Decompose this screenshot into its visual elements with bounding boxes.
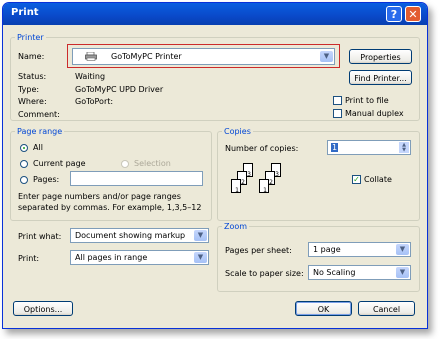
all-radio[interactable] [20,144,28,152]
copies-group-label: Copies [224,127,251,136]
pages-per-sheet-select[interactable]: 1 page ▼ [308,242,411,257]
printer-name-select[interactable]: GoToMyPC Printer ▼ [72,48,335,65]
help-icon[interactable]: ? [386,6,402,22]
copies-spinner[interactable]: 1 ▲ ▼ [327,140,411,155]
print-what-label: Print what: [18,232,62,241]
print-label: Print: [18,254,40,263]
print-to-file-label[interactable]: Print to file [345,96,389,105]
spin-down-icon[interactable]: ▼ [399,148,409,153]
print-value: All pages in range [75,253,148,262]
chevron-down-icon[interactable]: ▼ [320,51,333,62]
ok-button[interactable]: OK [295,301,352,316]
status-value: Waiting [75,72,106,81]
page-range-group-label: Page range [17,127,63,136]
scale-to-paper-size-value: No Scaling [313,268,356,277]
chevron-down-icon[interactable]: ▼ [396,244,409,255]
collate-page: 1 [259,179,269,194]
status-label: Status: [18,72,47,81]
number-of-copies-label: Number of copies: [225,144,299,153]
manual-duplex-checkbox[interactable] [333,109,342,118]
all-label[interactable]: All [33,143,43,152]
print-to-file-checkbox[interactable] [333,96,342,105]
print-dialog: Print ? ✕ Printer Name: GoToMyPC Printer… [2,2,428,329]
type-label: Type: [18,85,40,94]
scale-to-paper-size-select[interactable]: No Scaling ▼ [308,265,411,280]
print-what-value: Document showing markup [75,231,186,240]
chevron-down-icon[interactable]: ▼ [396,267,409,278]
zoom-group: Zoom [217,222,420,292]
collate-checkbox[interactable]: ✓ [352,175,361,184]
where-value: GoToPort: [75,97,114,106]
page-range-hint-line1: Enter page numbers and/or page ranges [18,192,181,201]
scale-to-paper-size-label: Scale to paper size: [225,269,304,278]
printer-group-label: Printer [17,33,44,42]
where-label: Where: [18,97,47,106]
collate-illustration: 3 2 1 3 2 1 [229,163,287,209]
current-page-label[interactable]: Current page [33,159,86,168]
cancel-button[interactable]: Cancel [358,301,415,316]
page-range-hint-line2: separated by commas. For example, 1,3,5–… [18,203,202,212]
selection-label: Selection [134,159,171,168]
name-label: Name: [18,52,45,61]
comment-label: Comment: [18,110,60,119]
options-button[interactable]: Options... [13,301,73,316]
pages-input[interactable] [70,171,203,186]
manual-duplex-label[interactable]: Manual duplex [345,109,404,118]
copies-value: 1 [331,143,339,152]
dialog-title: Print [11,7,39,18]
selection-radio[interactable] [121,160,129,168]
print-what-select[interactable]: Document showing markup ▼ [70,228,209,243]
chevron-down-icon[interactable]: ▼ [194,230,207,241]
find-printer-button[interactable]: Find Printer... [349,70,412,85]
close-icon[interactable]: ✕ [405,6,421,22]
pages-label[interactable]: Pages: [33,175,59,184]
pages-radio[interactable] [20,176,28,184]
printer-icon [85,51,97,61]
pages-per-sheet-label: Pages per sheet: [225,246,292,255]
print-select[interactable]: All pages in range ▼ [70,250,209,265]
chevron-down-icon[interactable]: ▼ [194,252,207,263]
type-value: GoToMyPC UPD Driver [75,85,164,94]
pages-per-sheet-value: 1 page [313,245,341,254]
collate-page: 1 [231,179,241,194]
printer-name-value: GoToMyPC Printer [111,52,182,61]
title-bar[interactable]: Print ? ✕ [3,3,427,25]
properties-button[interactable]: Properties [349,49,412,64]
zoom-group-label: Zoom [224,222,248,231]
current-page-radio[interactable] [20,160,28,168]
collate-label[interactable]: Collate [364,175,392,184]
